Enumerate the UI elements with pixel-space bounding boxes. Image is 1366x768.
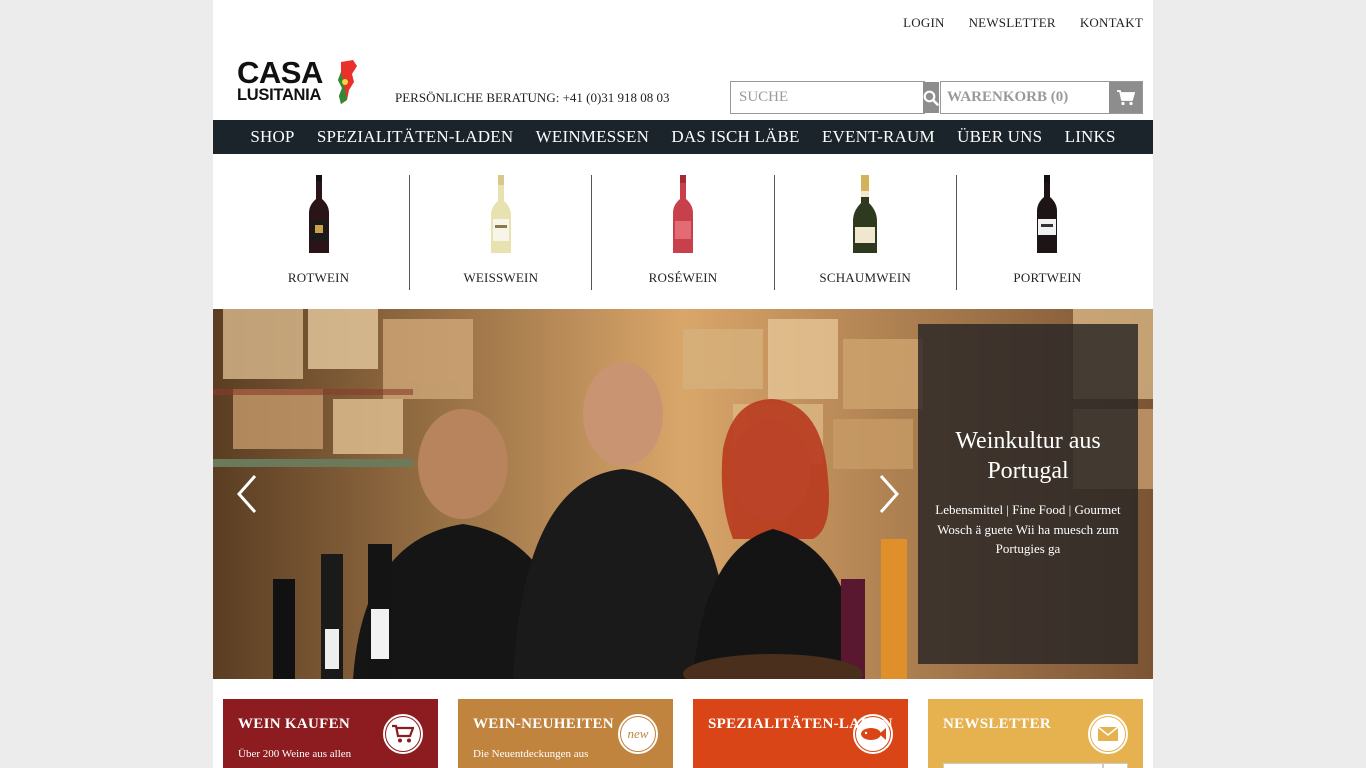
slider-next-button[interactable] — [873, 472, 903, 516]
port-wine-bottle-icon — [1037, 175, 1058, 253]
svg-text:new: new — [628, 726, 649, 741]
envelope-icon — [1097, 726, 1119, 741]
search-button[interactable] — [923, 82, 939, 113]
category-label[interactable]: ROTWEIN — [228, 270, 409, 286]
nav-ueber-uns[interactable]: ÜBER UNS — [957, 127, 1042, 147]
logo-text-casa: CASA — [237, 55, 323, 90]
cart-button[interactable] — [1109, 82, 1142, 113]
nav-spezialitaeten-laden[interactable]: SPEZIALITÄTEN-LADEN — [317, 127, 513, 147]
logo-text-lusitania: LUSITANIA — [237, 86, 322, 104]
category-portwein[interactable]: PORTWEIN — [955, 175, 1138, 290]
cart-icon — [1116, 89, 1135, 105]
top-links: LOGIN NEWSLETTER KONTAKT — [903, 15, 1143, 31]
tile-spezialitaeten-laden[interactable]: SPEZIALITÄTEN-LADEN — [693, 699, 908, 768]
fish-icon — [861, 728, 886, 740]
sparkling-wine-bottle-icon — [853, 175, 878, 253]
slider-prev-button[interactable] — [233, 472, 263, 516]
phone-consultation: PERSÖNLICHE BERATUNG: +41 (0)31 918 08 0… — [395, 90, 670, 105]
wine-categories: ROTWEIN WEISSWEIN ROSÉWEIN SCHAUMWEIN PO… — [228, 175, 1138, 290]
new-badge-icon: new — [628, 726, 649, 741]
hero-line1: Lebensmittel | Fine Food | Gourmet — [935, 502, 1121, 517]
category-weisswein[interactable]: WEISSWEIN — [409, 175, 591, 290]
category-rosewein[interactable]: ROSÉWEIN — [591, 175, 773, 290]
hero-subtitle: Lebensmittel | Fine Food | Gourmet Wosch… — [918, 500, 1138, 559]
nav-weinmessen[interactable]: WEINMESSEN — [536, 127, 649, 147]
category-label[interactable]: SCHAUMWEIN — [775, 270, 956, 286]
tile-icon-ring — [853, 714, 893, 754]
login-link[interactable]: LOGIN — [903, 15, 944, 31]
category-label[interactable]: PORTWEIN — [957, 270, 1138, 286]
tile-wein-kaufen[interactable]: WEIN KAUFEN Über 200 Weine aus allen — [223, 699, 438, 768]
hero-caption: Weinkultur aus Portugal Lebensmittel | F… — [918, 324, 1138, 664]
chevron-right-icon — [879, 475, 900, 513]
white-wine-bottle-icon — [490, 175, 511, 253]
portugal-map-icon — [338, 60, 357, 104]
search-input[interactable] — [731, 82, 923, 113]
cart-label[interactable]: WARENKORB (0) — [941, 82, 1109, 113]
tile-icon-ring: new — [618, 714, 658, 754]
category-label[interactable]: ROSÉWEIN — [592, 270, 773, 286]
category-schaumwein[interactable]: SCHAUMWEIN — [773, 175, 956, 290]
search-box — [730, 81, 939, 114]
search-icon — [923, 90, 939, 106]
tile-newsletter[interactable]: NEWSLETTER — [928, 699, 1143, 768]
hero-slider: Weinkultur aus Portugal Lebensmittel | F… — [213, 309, 1153, 679]
logo[interactable]: CASA LUSITANIA — [237, 55, 362, 108]
newsletter-email-input[interactable] — [943, 763, 1103, 768]
tile-icon-ring — [383, 714, 423, 754]
newsletter-link[interactable]: NEWSLETTER — [969, 15, 1056, 31]
main-nav: SHOP SPEZIALITÄTEN-LADEN WEINMESSEN DAS … — [213, 120, 1153, 154]
red-wine-bottle-icon — [308, 175, 329, 253]
nav-das-isch-laebe[interactable]: DAS ISCH LÄBE — [671, 127, 799, 147]
hero-line2: Wosch ä guete Wii ha muesch zum Portugie… — [937, 521, 1119, 557]
hero-title: Weinkultur aus Portugal — [955, 428, 1101, 484]
tile-wein-neuheiten[interactable]: WEIN-NEUHEITEN Die Neuentdeckungen aus n… — [458, 699, 673, 768]
newsletter-submit-button[interactable] — [1103, 763, 1128, 768]
feature-tiles: WEIN KAUFEN Über 200 Weine aus allen WEI… — [223, 699, 1143, 768]
cart-icon — [392, 724, 414, 743]
chevron-left-icon — [236, 475, 257, 513]
rose-wine-bottle-icon — [673, 175, 693, 253]
nav-shop[interactable]: SHOP — [250, 127, 294, 147]
nav-links[interactable]: LINKS — [1065, 127, 1116, 147]
kontakt-link[interactable]: KONTAKT — [1080, 15, 1143, 31]
page: LOGIN NEWSLETTER KONTAKT CASA LUSITANIA … — [213, 0, 1153, 768]
cart-box[interactable]: WARENKORB (0) — [940, 81, 1143, 114]
category-rotwein[interactable]: ROTWEIN — [228, 175, 409, 290]
nav-event-raum[interactable]: EVENT-RAUM — [822, 127, 935, 147]
category-label[interactable]: WEISSWEIN — [410, 270, 591, 286]
tile-icon-ring — [1088, 714, 1128, 754]
